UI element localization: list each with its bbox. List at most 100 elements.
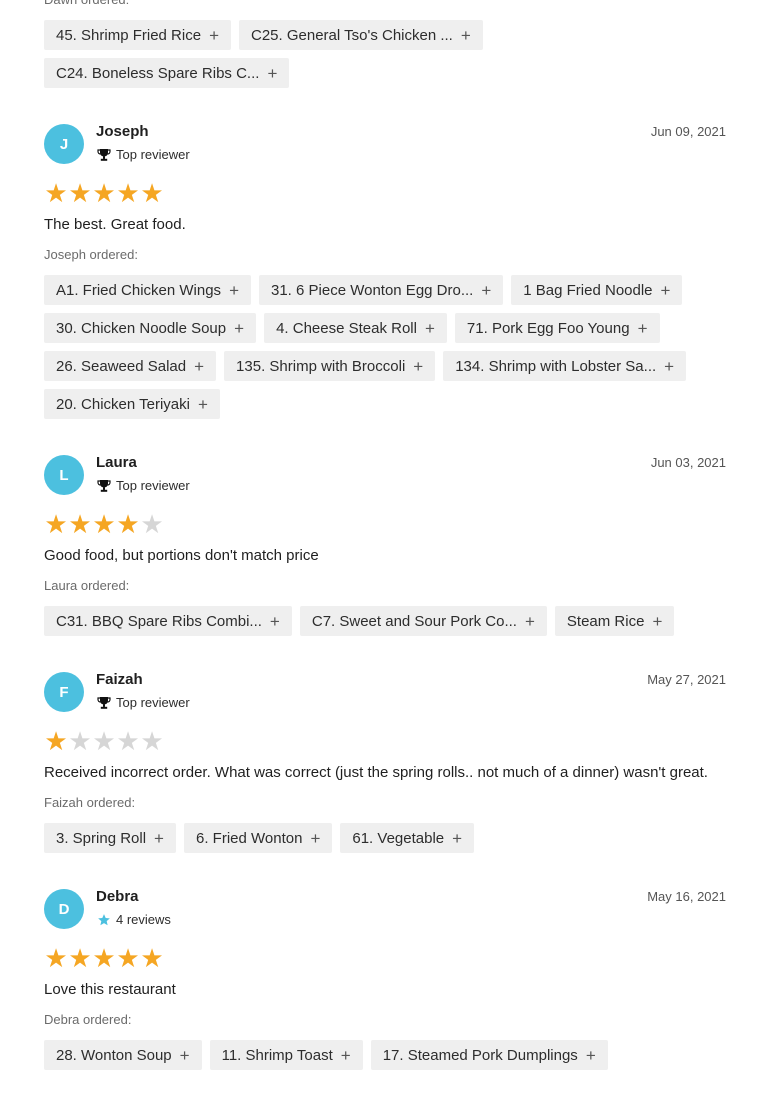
order-item-chip[interactable]: 20. Chicken Teriyaki + xyxy=(44,389,220,419)
star-icon: ★ xyxy=(140,726,164,756)
plus-icon[interactable]: + xyxy=(481,282,491,299)
order-item-label: 1 Bag Fried Noodle xyxy=(523,281,653,299)
ordered-items: 28. Wonton Soup +11. Shrimp Toast +17. Ste… xyxy=(44,1040,726,1070)
order-item-label: 4. Cheese Steak Roll xyxy=(276,319,417,337)
reviewer-badge: Top reviewer xyxy=(96,695,190,710)
trophy-icon xyxy=(96,695,111,710)
ordered-label: Debra ordered: xyxy=(44,1012,132,1027)
review-card: F Faizah Top reviewer May 27, 2021 ★ ★ ★ ★ ★… xyxy=(44,636,726,853)
star-icon: ★ xyxy=(68,509,92,539)
star-icon: ★ xyxy=(44,943,68,973)
reviewer-name[interactable]: Debra xyxy=(96,888,139,905)
plus-icon[interactable]: + xyxy=(586,1047,596,1064)
plus-icon[interactable]: + xyxy=(154,830,164,847)
order-item-chip[interactable]: 28. Wonton Soup + xyxy=(44,1040,202,1070)
order-item-chip[interactable]: 6. Fried Wonton + xyxy=(183,823,333,853)
plus-icon[interactable]: + xyxy=(180,1047,190,1064)
reviewer-name[interactable]: Joseph xyxy=(96,123,149,140)
reviewer-name[interactable]: Laura xyxy=(96,454,137,471)
star-icon: ★ xyxy=(116,943,140,973)
order-item-chip[interactable]: 134. Shrimp with Lobster Sa... + xyxy=(443,351,687,381)
avatar[interactable]: F xyxy=(44,672,84,712)
order-item-chip[interactable]: 1 Bag Fried Noodle + xyxy=(511,275,683,305)
avatar[interactable]: D xyxy=(44,889,84,929)
review-date: May 16, 2021 xyxy=(647,889,726,904)
order-item-chip[interactable]: 11. Shrimp Toast + xyxy=(209,1040,363,1070)
badge-label: Top reviewer xyxy=(116,147,190,162)
order-item-label: 30. Chicken Noodle Soup xyxy=(56,319,227,337)
order-item-label: A1. Fried Chicken Wings xyxy=(56,281,222,299)
order-item-label: 3. Spring Roll xyxy=(56,829,147,847)
plus-icon[interactable]: + xyxy=(638,320,648,337)
order-item-chip[interactable]: 135. Shrimp with Broccoli + xyxy=(224,351,436,381)
plus-icon[interactable]: + xyxy=(229,282,239,299)
plus-icon[interactable]: + xyxy=(664,358,674,375)
star-icon: ★ xyxy=(92,509,116,539)
order-item-chip[interactable]: C24. Boneless Spare Ribs C... + xyxy=(44,58,290,88)
reviewer-badge: 4 reviews xyxy=(96,912,171,927)
order-item-chip[interactable]: C31. BBQ Spare Ribs Combi... + xyxy=(44,606,292,636)
plus-icon[interactable]: + xyxy=(198,396,208,413)
order-item-label: 45. Shrimp Fried Rice xyxy=(56,26,202,44)
avatar[interactable]: J xyxy=(44,124,84,164)
order-item-chip[interactable]: 71. Pork Egg Foo Young + xyxy=(454,313,660,343)
plus-icon[interactable]: + xyxy=(270,613,280,630)
badge-label: Top reviewer xyxy=(116,695,190,710)
order-item-label: 20. Chicken Teriyaki xyxy=(56,395,190,413)
order-item-label: 28. Wonton Soup xyxy=(56,1046,172,1064)
order-item-label: C31. BBQ Spare Ribs Combi... xyxy=(56,612,262,630)
order-item-chip[interactable]: 30. Chicken Noodle Soup + xyxy=(44,313,257,343)
plus-icon[interactable]: + xyxy=(425,320,435,337)
star-icon: ★ xyxy=(140,943,164,973)
order-item-chip[interactable]: 3. Spring Roll + xyxy=(44,823,176,853)
order-item-chip[interactable]: C25. General Tso's Chicken ... + xyxy=(239,20,483,50)
order-item-chip[interactable]: 61. Vegetable + xyxy=(340,823,475,853)
trophy-icon xyxy=(96,478,111,493)
plus-icon[interactable]: + xyxy=(461,27,471,44)
plus-icon[interactable]: + xyxy=(413,358,423,375)
review-header: L Laura Top reviewer Jun 03, 2021 xyxy=(44,454,726,495)
plus-icon[interactable]: + xyxy=(234,320,244,337)
ordered-items: A1. Fried Chicken Wings +31. 6 Piece Wont… xyxy=(44,275,726,419)
badge-label: 4 reviews xyxy=(116,912,171,927)
avatar[interactable]: L xyxy=(44,455,84,495)
order-item-label: 134. Shrimp with Lobster Sa... xyxy=(455,357,657,375)
plus-icon[interactable]: + xyxy=(194,358,204,375)
plus-icon[interactable]: + xyxy=(310,830,320,847)
order-item-label: Steam Rice xyxy=(566,612,645,630)
review-text: Good food, but portions don't match pric… xyxy=(44,547,319,564)
plus-icon[interactable]: + xyxy=(652,613,662,630)
star-icon: ★ xyxy=(68,943,92,973)
reviewer-name[interactable]: Faizah xyxy=(96,671,143,688)
order-item-chip[interactable]: C7. Sweet and Sour Pork Co... + xyxy=(299,606,547,636)
order-item-chip[interactable]: 26. Seaweed Salad + xyxy=(44,351,217,381)
reviews-list: J Joseph Top reviewer Jun 09, 2021 ★ ★ ★ ★ ★… xyxy=(44,88,726,1070)
order-item-chip[interactable]: Steam Rice + xyxy=(554,606,675,636)
plus-icon[interactable]: + xyxy=(341,1047,351,1064)
star-icon: ★ xyxy=(116,178,140,208)
ordered-label: Laura ordered: xyxy=(44,578,130,593)
star-rating: ★ ★ ★ ★ ★ xyxy=(44,945,726,971)
order-item-chip[interactable]: 4. Cheese Steak Roll + xyxy=(264,313,447,343)
order-item-label: C25. General Tso's Chicken ... xyxy=(251,26,453,44)
ordered-items: 45. Shrimp Fried Rice + C25. General Tso's… xyxy=(44,20,726,88)
star-icon: ★ xyxy=(140,178,164,208)
plus-icon[interactable]: + xyxy=(209,27,219,44)
review-card: D Debra 4 reviews May 16, 2021 ★ ★ ★ ★ ★ Lov… xyxy=(44,853,726,1070)
plus-icon[interactable]: + xyxy=(525,613,535,630)
plus-icon[interactable]: + xyxy=(267,65,277,82)
star-icon: ★ xyxy=(44,726,68,756)
order-item-chip[interactable]: A1. Fried Chicken Wings + xyxy=(44,275,251,305)
star-icon: ★ xyxy=(68,178,92,208)
order-item-chip[interactable]: 45. Shrimp Fried Rice + xyxy=(44,20,231,50)
order-item-chip[interactable]: 31. 6 Piece Wonton Egg Dro... + xyxy=(259,275,504,305)
plus-icon[interactable]: + xyxy=(452,830,462,847)
star-icon: ★ xyxy=(68,726,92,756)
plus-icon[interactable]: + xyxy=(661,282,671,299)
order-item-label: 61. Vegetable xyxy=(352,829,445,847)
review-card: L Laura Top reviewer Jun 03, 2021 ★ ★ ★ ★ ★ … xyxy=(44,419,726,636)
order-item-label: 11. Shrimp Toast xyxy=(221,1046,333,1064)
order-item-chip[interactable]: 17. Steamed Pork Dumplings + xyxy=(370,1040,608,1070)
order-item-label: 17. Steamed Pork Dumplings xyxy=(382,1046,578,1064)
order-item-label: 26. Seaweed Salad xyxy=(56,357,187,375)
